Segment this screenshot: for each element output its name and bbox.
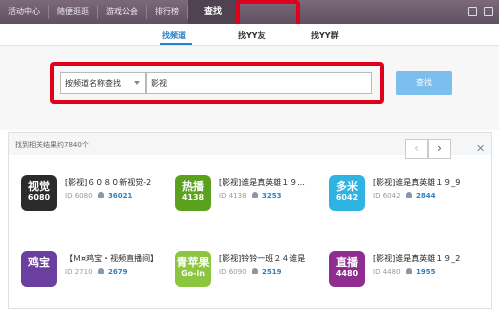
close-icon[interactable]: ✕	[476, 142, 485, 155]
channel-logo: 视觉 6080	[21, 175, 57, 211]
channel-id: 6080	[74, 192, 93, 200]
user-icon	[97, 268, 104, 274]
logo-text: 热播	[182, 180, 204, 193]
nav-activity-center[interactable]: 活动中心	[0, 0, 48, 24]
channel-meta: ID 4138 3253	[219, 192, 281, 200]
online-count: 36021	[108, 192, 133, 200]
search-button[interactable]: 查找	[396, 71, 452, 95]
tab-find-friend[interactable]: 找YY友	[238, 30, 266, 41]
channel-card[interactable]: 直播 4480 [影视]谁是真英雄１９_2 ID 4480 1955	[329, 251, 479, 291]
channel-card[interactable]: 鸡宝 【Ｍ¤鸡宝・视频直播间】 ID 2710 2679	[21, 251, 171, 291]
results-header: 找到相关结果约7840个 ‹ › ✕	[9, 133, 491, 159]
channel-logo: 青苹果 Go-in	[175, 251, 211, 287]
prev-page-button[interactable]: ‹	[405, 139, 428, 159]
channel-logo: 直播 4480	[329, 251, 365, 287]
online-count: 2519	[262, 268, 282, 276]
channel-title[interactable]: [影视]６０８０新视觉-2	[65, 177, 175, 188]
user-icon	[251, 268, 258, 274]
id-label: ID	[373, 268, 381, 276]
channel-card[interactable]: 热播 4138 [影视]谁是真英雄１９... ID 4138 3253	[175, 175, 325, 215]
channel-meta: ID 6042 2844	[373, 192, 435, 200]
channel-meta: ID 2710 2679	[65, 268, 127, 276]
logo-text: 鸡宝	[28, 256, 50, 269]
channel-title[interactable]: 【Ｍ¤鸡宝・视频直播间】	[65, 253, 175, 264]
online-count: 2679	[108, 268, 128, 276]
pager: ‹ ›	[405, 139, 451, 159]
channel-id: 4138	[228, 192, 247, 200]
tab-find-channel[interactable]: 找频道	[162, 30, 186, 41]
channel-title[interactable]: [影视]谁是真英雄１９_2	[373, 253, 483, 264]
tab-find-group[interactable]: 找YY群	[311, 30, 339, 41]
nav-browse[interactable]: 随便逛逛	[49, 0, 97, 24]
window-close-icon[interactable]	[484, 7, 493, 16]
user-icon	[405, 268, 412, 274]
logo-number: Go-in	[181, 269, 205, 278]
logo-number: 4138	[181, 193, 205, 202]
active-tab-indicator	[160, 43, 192, 45]
channel-id: 6042	[382, 192, 401, 200]
window-controls	[468, 7, 493, 16]
channel-card[interactable]: 青苹果 Go-in [影视]铃铃一班２４谁是 ID 6090 2519	[175, 251, 325, 291]
logo-number: 6042	[335, 193, 359, 202]
channel-title[interactable]: [影视]谁是真英雄１９...	[219, 177, 329, 188]
highlight-search-box	[50, 62, 384, 104]
channel-id: 6090	[228, 268, 247, 276]
results-panel: 找到相关结果约7840个 ‹ › ✕ 视觉 6080 [影视]６０８０新视觉-2…	[8, 132, 492, 309]
online-count: 2844	[416, 192, 436, 200]
channel-meta: ID 6080 36021	[65, 192, 132, 200]
online-count: 1955	[416, 268, 436, 276]
nav-search[interactable]: 查找	[188, 0, 238, 24]
logo-text: 视觉	[28, 180, 50, 193]
user-icon	[97, 192, 104, 198]
channel-id: 4480	[382, 268, 401, 276]
id-label: ID	[373, 192, 381, 200]
channel-logo: 多米 6042	[329, 175, 365, 211]
channel-logo: 鸡宝	[21, 251, 57, 287]
user-icon	[405, 192, 412, 198]
id-label: ID	[65, 268, 73, 276]
window-restore-icon[interactable]	[468, 7, 477, 16]
logo-text: 直播	[336, 256, 358, 269]
user-icon	[251, 192, 258, 198]
logo-text: 多米	[336, 180, 358, 193]
online-count: 3253	[262, 192, 282, 200]
next-page-button[interactable]: ›	[428, 139, 451, 159]
channel-meta: ID 6090 2519	[219, 268, 281, 276]
results-summary: 找到相关结果约7840个	[15, 141, 89, 149]
channel-title[interactable]: [影视]谁是真英雄１９_9	[373, 177, 483, 188]
channel-card[interactable]: 多米 6042 [影视]谁是真英雄１９_9 ID 6042 2844	[329, 175, 479, 215]
id-label: ID	[219, 268, 227, 276]
nav-game-guild[interactable]: 游戏公会	[98, 0, 146, 24]
id-label: ID	[65, 192, 73, 200]
logo-text: 青苹果	[176, 256, 210, 269]
id-label: ID	[219, 192, 227, 200]
logo-number: 4480	[335, 269, 359, 278]
channel-meta: ID 4480 1955	[373, 268, 435, 276]
sub-tabs: 找频道 找YY友 找YY群	[0, 24, 499, 46]
channel-card[interactable]: 视觉 6080 [影视]６０８０新视觉-2 ID 6080 36021	[21, 175, 171, 215]
logo-number: 6080	[27, 193, 51, 202]
channel-title[interactable]: [影视]铃铃一班２４谁是	[219, 253, 329, 264]
channel-logo: 热播 4138	[175, 175, 211, 211]
channel-id: 2710	[74, 268, 93, 276]
nav-leaderboard[interactable]: 排行榜	[147, 0, 187, 24]
